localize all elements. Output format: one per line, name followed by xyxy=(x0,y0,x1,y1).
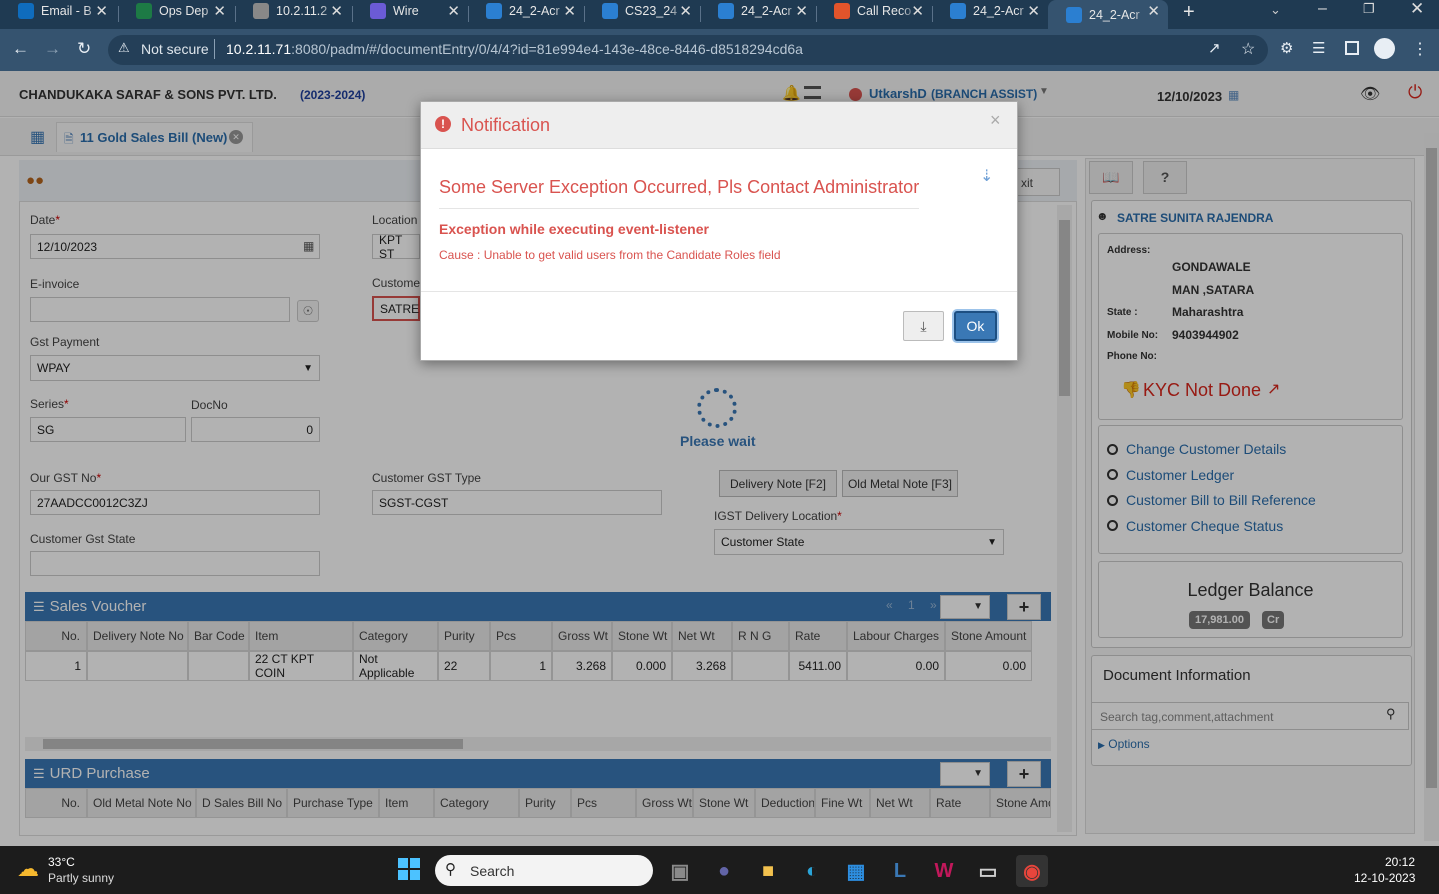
browser-tab[interactable]: 10.2.11.2 ✕ xyxy=(235,0,351,22)
weather-sun-icon[interactable]: ☁ xyxy=(17,856,39,882)
warning-icon[interactable]: ⚠ xyxy=(118,40,130,56)
tab-close-icon[interactable]: ✕ xyxy=(679,2,692,20)
wire-icon xyxy=(370,3,386,19)
tab-separator xyxy=(235,6,236,22)
browser-tab[interactable]: 24_2-Acr ✕ xyxy=(468,0,584,22)
minimize-icon[interactable]: – xyxy=(1318,0,1327,18)
side-panel-icon[interactable] xyxy=(1345,41,1359,55)
call-icon xyxy=(834,3,850,19)
maximize-icon[interactable]: ❐ xyxy=(1363,1,1375,17)
forward-icon[interactable]: → xyxy=(44,39,61,59)
browser-tab-title: Ops Dep xyxy=(159,4,209,18)
tab-close-icon[interactable]: ✕ xyxy=(447,2,460,20)
tab-separator xyxy=(932,6,933,22)
browser-tab[interactable]: Call Reco ✕ xyxy=(816,0,932,22)
tab-close-icon[interactable]: ✕ xyxy=(911,2,924,20)
url-path: :8080/padm/#/documentEntry/0/4/4?id=81e9… xyxy=(291,41,803,57)
windows-start-icon[interactable] xyxy=(398,858,420,880)
app-icon xyxy=(486,3,502,19)
url-text[interactable]: 10.2.11.71:8080/padm/#/documentEntry/0/4… xyxy=(226,41,803,57)
taskbar-search[interactable] xyxy=(435,855,653,886)
profile-avatar-icon[interactable] xyxy=(1374,38,1395,59)
app-icon xyxy=(1066,6,1082,23)
browser-tab-title: 24_2-Acr xyxy=(509,4,560,18)
browser-tab-title: Email - B xyxy=(41,4,92,18)
clock-time[interactable]: 20:12 xyxy=(1385,855,1415,869)
tab-separator xyxy=(118,6,119,22)
weather-text[interactable]: Partly sunny xyxy=(48,871,114,885)
tab-close-icon[interactable]: ✕ xyxy=(1027,2,1040,20)
task-view-icon[interactable]: ▣ xyxy=(664,855,696,887)
app-l-icon[interactable]: L xyxy=(884,855,916,887)
tab-close-icon[interactable]: ✕ xyxy=(330,2,343,20)
modal-footer-divider xyxy=(421,291,1017,292)
tab-close-icon[interactable]: ✕ xyxy=(213,2,226,20)
tab-close-icon[interactable]: ✕ xyxy=(563,2,576,20)
app-icon xyxy=(718,3,734,19)
browser-tab[interactable]: Email - B ✕ xyxy=(0,0,116,22)
teams-icon[interactable]: ● xyxy=(708,855,740,887)
wps-icon[interactable]: W xyxy=(928,855,960,887)
app-icon xyxy=(602,3,618,19)
tab-separator xyxy=(352,6,353,22)
browser-menu-icon[interactable]: ⋮ xyxy=(1412,39,1428,59)
search-icon: ⚲ xyxy=(445,861,456,878)
tab-separator xyxy=(700,6,701,22)
error-headline: Some Server Exception Occurred, Pls Cont… xyxy=(439,177,920,197)
browser-tab-title: 24_2-Acr xyxy=(973,4,1024,18)
back-icon[interactable]: ← xyxy=(12,39,29,59)
modal-title: Notification xyxy=(461,115,551,135)
modal-close-button[interactable]: × xyxy=(990,110,1001,131)
browser-tab-title: Wire xyxy=(393,4,419,18)
store-icon[interactable]: ▦ xyxy=(840,855,872,887)
browser-tab[interactable]: Ops Dep ✕ xyxy=(118,0,234,22)
globe-icon xyxy=(253,3,269,19)
extensions-icon[interactable]: ⚙ xyxy=(1280,39,1293,57)
browser-tab[interactable]: Wire ✕ xyxy=(352,0,468,22)
bookmark-star-icon[interactable]: ☆ xyxy=(1241,39,1255,59)
tab-list: Email - B ✕ Ops Dep ✕ 10.2.11.2 ✕ Wire ✕ 24_2-Ac… xyxy=(0,0,1180,29)
tab-separator xyxy=(468,6,469,22)
modal-divider xyxy=(439,208,919,209)
temperature[interactable]: 33°C xyxy=(48,855,75,869)
error-cause: Cause : Unable to get valid users from t… xyxy=(439,248,781,262)
security-label[interactable]: Not secure xyxy=(141,41,209,57)
browser-tab-title: 24_2-Acr xyxy=(1089,7,1140,22)
file-explorer-icon[interactable]: ■ xyxy=(752,855,784,887)
browser-tab-title: Call Reco xyxy=(857,4,912,18)
close-window-icon[interactable]: ✕ xyxy=(1410,0,1424,19)
ok-button[interactable]: Ok xyxy=(954,311,997,341)
outlook-icon xyxy=(18,3,34,19)
omnibox-divider xyxy=(214,39,215,59)
tab-close-icon[interactable]: ✕ xyxy=(1147,2,1160,20)
reading-list-icon[interactable]: ☰ xyxy=(1312,39,1325,57)
window-icon[interactable]: ▭ xyxy=(972,855,1004,887)
tab-close-icon[interactable]: ✕ xyxy=(95,2,108,20)
browser-tab-title: 10.2.11.2 xyxy=(276,4,328,18)
tab-close-icon[interactable]: ✕ xyxy=(795,2,808,20)
reload-icon[interactable]: ↻ xyxy=(77,39,91,59)
error-subhead: Exception while executing event-listener xyxy=(439,221,709,237)
browser-tab-title: 24_2-Acr xyxy=(741,4,792,18)
browser-tab[interactable]: 24_2-Acr ✕ xyxy=(700,0,816,22)
app-icon xyxy=(950,3,966,19)
clock-date[interactable]: 12-10-2023 xyxy=(1354,871,1415,885)
browser-tab[interactable]: CS23_24 ✕ xyxy=(584,0,700,22)
browser-tab-title: CS23_24 xyxy=(625,4,678,18)
edge-icon[interactable]: ◐ xyxy=(796,855,828,887)
chrome-icon[interactable]: ◉ xyxy=(1016,855,1048,887)
url-host: 10.2.11.71 xyxy=(226,41,292,57)
download-button[interactable]: ⤓ xyxy=(903,311,944,341)
browser-tab[interactable]: 24_2-Acr ✕ xyxy=(932,0,1048,22)
taskbar-search-label[interactable]: Search xyxy=(470,863,514,879)
browser-tab[interactable]: 24_2-Acr ✕ xyxy=(1048,0,1168,29)
tab-search-icon[interactable]: ⌄ xyxy=(1270,2,1281,18)
download-arrow-icon[interactable]: ⇣ xyxy=(980,166,993,186)
tab-separator xyxy=(584,6,585,22)
error-icon: ! xyxy=(435,116,451,132)
excel-icon xyxy=(136,3,152,19)
share-icon[interactable]: ↗ xyxy=(1208,39,1221,57)
tab-separator xyxy=(816,6,817,22)
new-tab-button[interactable]: + xyxy=(1183,1,1195,24)
